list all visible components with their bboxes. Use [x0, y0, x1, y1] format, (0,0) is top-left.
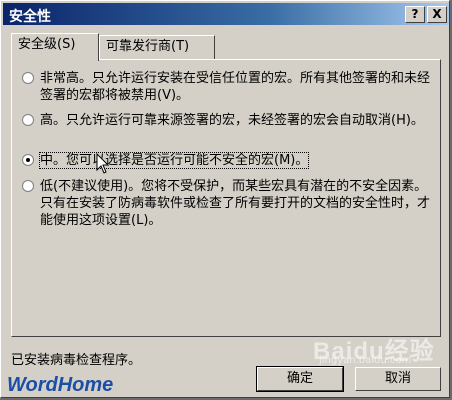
- wordhome-watermark: WordHome: [7, 374, 114, 396]
- baidu-watermark-url: jingyan.baidu.com: [319, 355, 412, 366]
- option-very-high-label: 非常高。只允许运行安装在受信任位置的宏。所有其他签署的和未经签署的宏都将被禁用(…: [40, 71, 431, 103]
- option-high-label: 高。只允许运行可靠来源签署的宏，未经签署的宏会自动取消(H)。: [40, 113, 424, 128]
- title-bar[interactable]: 安全性 ? X: [3, 3, 449, 25]
- tab-trusted-publishers[interactable]: 可靠发行商(T): [99, 35, 215, 59]
- help-button[interactable]: ?: [405, 6, 425, 23]
- option-low-label: 低(不建议使用)。您将不受保护，而某些宏具有潜在的不安全因素。只有在安装了防病毒…: [40, 179, 431, 228]
- ok-button[interactable]: 确定: [256, 366, 344, 392]
- security-dialog: 安全性 ? X 安全级(S) 可靠发行商(T) 非常高。只允许运行安装在受信任位…: [0, 0, 450, 398]
- cancel-button[interactable]: 取消: [355, 367, 441, 391]
- mouse-cursor-icon: [96, 153, 110, 174]
- radio-very-high[interactable]: [22, 72, 34, 84]
- radio-low[interactable]: [22, 180, 34, 192]
- option-high[interactable]: 高。只允许运行可靠来源签署的宏，未经签署的宏会自动取消(H)。: [22, 112, 432, 129]
- option-medium-label: 中。您可以选择是否运行可能不安全的宏(M)。: [38, 152, 310, 169]
- close-button[interactable]: X: [427, 6, 447, 23]
- option-medium[interactable]: 中。您可以选择是否运行可能不安全的宏(M)。: [22, 152, 432, 169]
- option-very-high[interactable]: 非常高。只允许运行安装在受信任位置的宏。所有其他签署的和未经签署的宏都将被禁用(…: [22, 70, 432, 104]
- radio-high[interactable]: [22, 114, 34, 126]
- security-level-panel: 非常高。只允许运行安装在受信任位置的宏。所有其他签署的和未经签署的宏都将被禁用(…: [11, 59, 441, 337]
- dialog-title: 安全性: [9, 9, 51, 25]
- radio-medium[interactable]: [22, 154, 34, 166]
- tab-security-level[interactable]: 安全级(S): [11, 33, 99, 61]
- option-low[interactable]: 低(不建议使用)。您将不受保护，而某些宏具有潜在的不安全因素。只有在安装了防病毒…: [22, 178, 432, 229]
- virus-checker-status: 已安装病毒检查程序。: [11, 353, 142, 368]
